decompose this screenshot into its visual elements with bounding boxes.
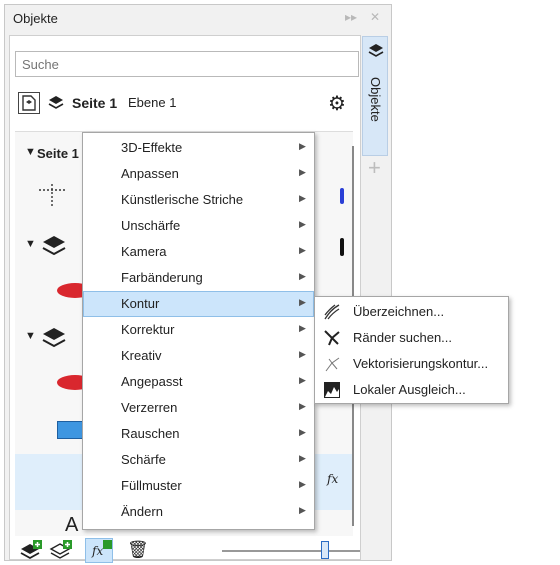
submenu-arrow-icon: ▶ bbox=[299, 375, 306, 385]
overdraw-icon bbox=[324, 304, 340, 320]
kontur-submenu: Überzeichnen... Ränder suchen... Vektori… bbox=[314, 296, 509, 404]
submenu-item-raender-suchen[interactable]: Ränder suchen... bbox=[315, 325, 508, 351]
current-layer-label[interactable]: Ebene 1 bbox=[128, 95, 176, 110]
close-icon[interactable]: ✕ bbox=[370, 10, 380, 24]
submenu-arrow-icon: ▶ bbox=[299, 167, 306, 177]
menu-item-aendern[interactable]: Ändern ▶ bbox=[83, 499, 314, 525]
submenu-arrow-icon: ▶ bbox=[299, 219, 306, 229]
layer-icon bbox=[42, 236, 66, 256]
side-tab-label: Objekte bbox=[368, 77, 383, 122]
current-page-label[interactable]: Seite 1 bbox=[72, 95, 117, 111]
docker-title: Objekte bbox=[13, 11, 58, 26]
slider-thumb[interactable] bbox=[321, 541, 329, 559]
color-swatch-black bbox=[340, 238, 344, 256]
submenu-arrow-icon: ▶ bbox=[299, 453, 306, 463]
add-badge-icon bbox=[103, 540, 112, 549]
submenu-arrow-icon: ▶ bbox=[299, 297, 306, 307]
menu-item-angepasst[interactable]: Angepasst ▶ bbox=[83, 369, 314, 395]
effects-button[interactable]: fx bbox=[85, 538, 113, 563]
find-edges-icon bbox=[324, 330, 340, 346]
tab-objekte[interactable]: Objekte bbox=[362, 36, 388, 156]
menu-item-unschaerfe[interactable]: Unschärfe ▶ bbox=[83, 213, 314, 239]
menu-item-farbaenderung[interactable]: Farbänderung ▶ bbox=[83, 265, 314, 291]
expand-triangle-icon[interactable]: ▼ bbox=[25, 238, 36, 250]
submenu-arrow-icon: ▶ bbox=[299, 323, 306, 333]
submenu-arrow-icon: ▶ bbox=[299, 245, 306, 255]
trash-icon[interactable]: 🗑 bbox=[127, 540, 149, 560]
menu-item-3d-effekte[interactable]: 3D-Effekte ▶ bbox=[83, 135, 314, 161]
fx-icon[interactable]: fx bbox=[327, 472, 338, 486]
submenu-item-vektorisierungskontur[interactable]: Vektorisierungskontur... bbox=[315, 351, 508, 377]
docker-bottom-toolbar: fx 🗑 bbox=[9, 535, 361, 565]
docker-titlebar: Objekte ▸▸ ✕ bbox=[5, 5, 391, 33]
page-view-icon[interactable] bbox=[18, 92, 40, 114]
search-input[interactable] bbox=[15, 51, 359, 77]
submenu-item-ueberzeichnen[interactable]: Überzeichnen... bbox=[315, 299, 508, 325]
layer-icon bbox=[368, 44, 384, 57]
layer-icon[interactable] bbox=[47, 94, 65, 115]
submenu-arrow-icon: ▶ bbox=[299, 141, 306, 151]
expand-triangle-icon[interactable]: ▼ bbox=[25, 146, 36, 158]
new-layer-icon[interactable] bbox=[19, 540, 43, 562]
menu-item-kreativ[interactable]: Kreativ ▶ bbox=[83, 343, 314, 369]
tree-page-label: Seite 1 bbox=[37, 146, 79, 161]
new-master-layer-icon[interactable] bbox=[49, 540, 73, 562]
expand-triangle-icon[interactable]: ▼ bbox=[25, 330, 36, 342]
thumbnail-size-slider[interactable] bbox=[222, 550, 360, 552]
submenu-arrow-icon: ▶ bbox=[299, 349, 306, 359]
fx-icon: fx bbox=[92, 544, 104, 558]
submenu-arrow-icon: ▶ bbox=[299, 479, 306, 489]
menu-item-korrektur[interactable]: Korrektur ▶ bbox=[83, 317, 314, 343]
menu-item-anpassen[interactable]: Anpassen ▶ bbox=[83, 161, 314, 187]
local-equalization-icon bbox=[324, 382, 340, 398]
menu-item-verzerren[interactable]: Verzerren ▶ bbox=[83, 395, 314, 421]
menu-item-kontur[interactable]: Kontur ▶ bbox=[83, 291, 314, 317]
menu-item-kuenstlerische-striche[interactable]: Künstlerische Striche ▶ bbox=[83, 187, 314, 213]
docker-toolbar: Seite 1 Ebene 1 ⚙ bbox=[10, 86, 360, 120]
effects-context-menu: 3D-Effekte ▶ Anpassen ▶ Künstlerische Stri… bbox=[82, 132, 315, 530]
submenu-arrow-icon: ▶ bbox=[299, 193, 306, 203]
collapse-icon[interactable]: ▸▸ bbox=[345, 10, 357, 24]
submenu-arrow-icon: ▶ bbox=[299, 505, 306, 515]
menu-item-rauschen[interactable]: Rauschen ▶ bbox=[83, 421, 314, 447]
menu-item-schaerfe[interactable]: Schärfe ▶ bbox=[83, 447, 314, 473]
menu-item-kamera[interactable]: Kamera ▶ bbox=[83, 239, 314, 265]
text-object-icon: A bbox=[65, 514, 79, 536]
guides-icon bbox=[39, 184, 65, 206]
add-docker-icon[interactable]: + bbox=[368, 155, 381, 181]
gear-icon[interactable]: ⚙ bbox=[328, 91, 346, 116]
submenu-arrow-icon: ▶ bbox=[299, 401, 306, 411]
submenu-arrow-icon: ▶ bbox=[299, 271, 306, 281]
submenu-arrow-icon: ▶ bbox=[299, 427, 306, 437]
layer-icon bbox=[42, 328, 66, 348]
color-swatch-blue bbox=[340, 188, 344, 204]
submenu-item-lokaler-ausgleich[interactable]: Lokaler Ausgleich... bbox=[315, 377, 508, 403]
trace-contour-icon bbox=[325, 357, 340, 372]
menu-item-fuellmuster[interactable]: Füllmuster ▶ bbox=[83, 473, 314, 499]
